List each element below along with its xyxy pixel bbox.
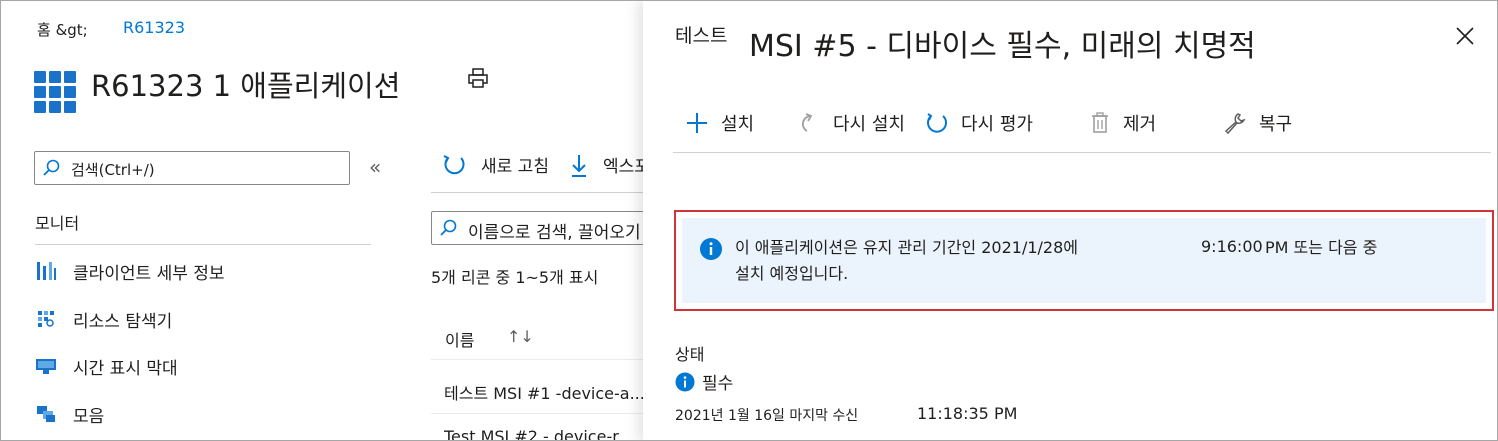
window: 홈 &gt; R61323 R61323 1 애플리케이션 검색(Ctrl+/)… (0, 0, 1498, 441)
alert-text-after: PM 또는 다음 중 (1265, 238, 1378, 257)
divider (431, 359, 643, 360)
breadcrumb-current[interactable]: R61323 (123, 18, 185, 37)
sidebar-item-label: 모음 (73, 406, 105, 427)
section-monitor: 모니터 (35, 214, 80, 233)
divider (431, 413, 643, 414)
divider (431, 192, 643, 193)
panel-title: MSI #5 - 디바이스 필수, 미래의 치명적 (749, 29, 1256, 64)
status-value: 필수 (702, 374, 734, 394)
close-icon[interactable] (1454, 25, 1476, 47)
sort-icon[interactable]: ↑↓ (507, 327, 534, 346)
reinstall-button[interactable]: 다시 설치 (797, 107, 905, 139)
alert-time: 9:16:00 (1201, 237, 1263, 256)
last-check-time: 11:18:35 PM (917, 404, 1018, 423)
sidebar-item-resource-explorer[interactable]: 리소스 탐색기 (35, 305, 172, 333)
client-details-icon (37, 262, 56, 280)
print-icon[interactable] (467, 67, 489, 89)
uninstall-button[interactable]: 제거 (1089, 107, 1156, 139)
panel-title-prefix: 테스트 (675, 25, 728, 47)
status-label: 상태 (675, 345, 705, 364)
app-grid-icon (34, 71, 76, 113)
plus-icon (687, 113, 707, 133)
result-count: 5개 리콘 중 1~5개 표시 (431, 268, 599, 287)
alert-text-line2: 설치 예정입니다. (735, 264, 849, 283)
install-label: 설치 (721, 114, 755, 135)
search-icon (440, 219, 457, 236)
search-icon (43, 159, 60, 176)
reevaluate-label: 다시 평가 (961, 114, 1033, 135)
info-icon (700, 238, 722, 260)
sidebar-item-timeline[interactable]: 시간 표시 막대 (35, 352, 178, 380)
search-input[interactable]: 검색(Ctrl+/) (34, 151, 350, 185)
repair-button[interactable]: 복구 (1223, 107, 1292, 139)
redo-icon (801, 113, 813, 132)
sidebar-item-label: 리소스 탐색기 (73, 311, 173, 332)
trash-icon (1092, 112, 1108, 133)
search-placeholder: 검색(Ctrl+/) (71, 161, 155, 179)
column-header-name[interactable]: 이름 (445, 327, 474, 351)
resource-explorer-icon (38, 311, 54, 327)
download-icon[interactable] (569, 152, 589, 178)
search-placeholder: 이름으로 검색, 끌어오기 (468, 223, 641, 243)
wrench-icon (1224, 113, 1246, 135)
divider (673, 152, 1491, 153)
refresh-button[interactable]: 새로 고침 (481, 152, 549, 177)
collections-icon (37, 406, 55, 422)
sidebar-item-collections[interactable]: 모음 (35, 400, 104, 428)
sidebar-item-label: 클라이언트 세부 정보 (73, 263, 225, 284)
table-row[interactable]: Test MSI #2 - device-r... (444, 427, 633, 440)
sidebar-item-label: 시간 표시 막대 (73, 358, 178, 379)
timeline-icon (36, 359, 56, 374)
divider (35, 244, 371, 245)
table-row[interactable]: 테스트 MSI #1 -device-a... (444, 380, 645, 404)
uninstall-label: 제거 (1123, 114, 1157, 135)
install-button[interactable]: 설치 (685, 107, 754, 139)
reevaluate-button[interactable]: 다시 평가 (925, 107, 1033, 139)
collapse-icon[interactable]: « (369, 155, 381, 179)
page-title: R61323 1 애플리케이션 (91, 69, 401, 103)
breadcrumb-home[interactable]: 홈 &gt; (37, 19, 88, 40)
refresh-icon[interactable] (441, 152, 467, 178)
refresh-icon (927, 113, 947, 133)
alert-text-line1: 이 애플리케이션은 유지 관리 기간인 2021/1/28에 (735, 238, 1078, 257)
reinstall-label: 다시 설치 (833, 114, 905, 135)
sidebar-item-client-details[interactable]: 클라이언트 세부 정보 (35, 257, 225, 285)
repair-label: 복구 (1259, 114, 1293, 135)
name-search-input[interactable]: 이름으로 검색, 끌어오기 (431, 211, 661, 245)
info-icon (675, 372, 695, 392)
last-check-label: 2021년 1월 16일 마지막 수신 (675, 408, 859, 424)
